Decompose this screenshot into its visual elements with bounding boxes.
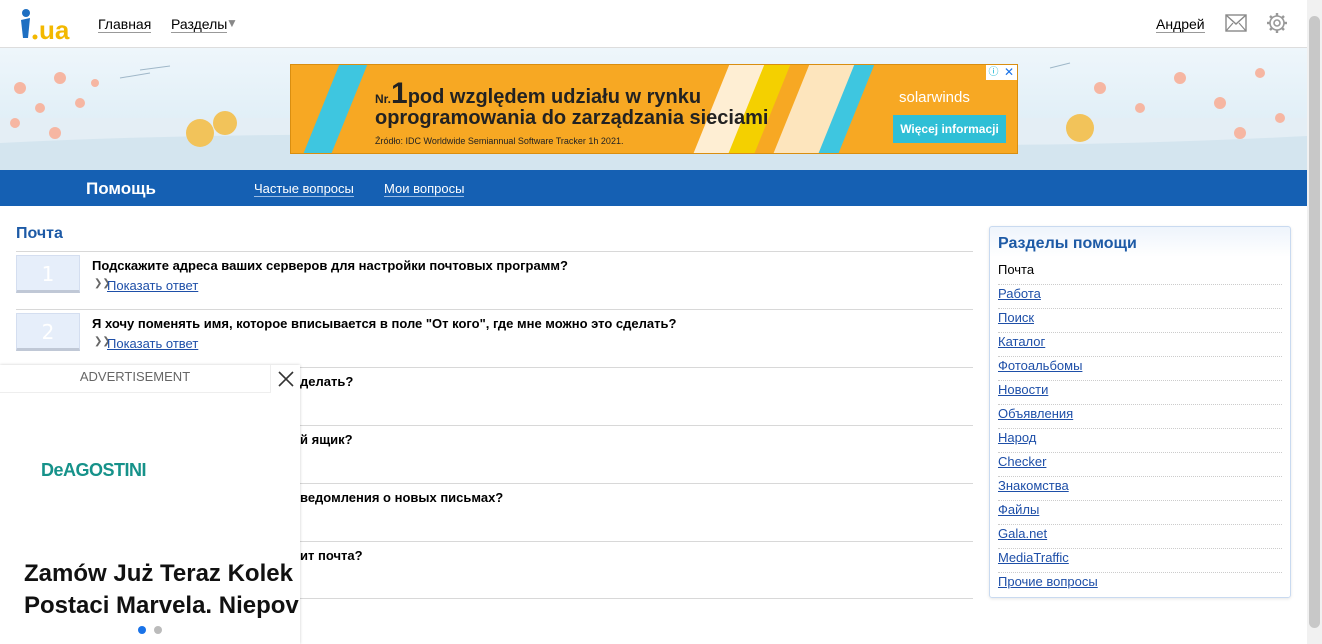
sidebar-item-link[interactable]: Каталог	[998, 334, 1045, 349]
sidebar-item-link[interactable]: Объявления	[998, 406, 1073, 421]
chevron-down-icon[interactable]: ▼	[226, 16, 238, 30]
ad-close-icon[interactable]: ✕	[1001, 65, 1017, 80]
ad-info-icon[interactable]: ⓘ	[986, 65, 1001, 80]
ad-headline-line1: Nr.1pod względem udziału w rynku	[375, 77, 701, 111]
question-number: 1	[16, 255, 80, 293]
sidebar-item-search[interactable]: Поиск	[998, 309, 1282, 333]
question-text[interactable]: ведомления о новых письмах?	[300, 490, 503, 505]
sidebar-item-other[interactable]: Прочие вопросы	[998, 573, 1282, 597]
question-text[interactable]: делать?	[300, 374, 353, 389]
sidebar-item-news[interactable]: Новости	[998, 381, 1282, 405]
top-header: ua Главная Разделы ▼ Андрей	[0, 0, 1307, 48]
logo-icon[interactable]: ua	[18, 8, 78, 42]
question-row: 2 Я хочу поменять имя, которое вписывает…	[16, 309, 973, 367]
sidebar-item-link[interactable]: Прочие вопросы	[998, 574, 1098, 589]
carousel-dot-active[interactable]	[138, 626, 146, 634]
sidebar-item-dating[interactable]: Знакомства	[998, 477, 1282, 501]
scrollbar-thumb[interactable]	[1309, 16, 1320, 628]
sidebar-item-catalog[interactable]: Каталог	[998, 333, 1282, 357]
ad-promo-text[interactable]: Zamów Już Teraz Kolek Postaci Marvela. N…	[24, 558, 299, 622]
sidebar-item-photoalbums[interactable]: Фотоальбомы	[998, 357, 1282, 381]
help-sections-sidebar: Разделы помощи Почта Работа Поиск Катало…	[989, 226, 1291, 598]
sidebar-item-link[interactable]: Файлы	[998, 502, 1039, 517]
carousel-dot[interactable]	[154, 626, 162, 634]
ad-source: Źródło: IDC Worldwide Semiannual Softwar…	[375, 136, 624, 146]
faq-link[interactable]: Частые вопросы	[254, 181, 354, 197]
ad-decor-stripe	[302, 65, 368, 153]
ad-line1-text: pod względem udziału w rynku	[407, 86, 702, 108]
user-name-link[interactable]: Андрей	[1156, 16, 1205, 33]
sidebar-item-narod[interactable]: Народ	[998, 429, 1282, 453]
ad-brand: solarwinds	[899, 89, 970, 106]
sidebar-item-link[interactable]: Знакомства	[998, 478, 1069, 493]
show-answer-link[interactable]: Показать ответ	[107, 278, 198, 293]
ad-cta-button[interactable]: Więcej informacji	[893, 115, 1006, 143]
question-text[interactable]: ит почта?	[300, 548, 363, 563]
nav-sections[interactable]: Разделы	[171, 16, 228, 33]
overlay-advertisement[interactable]: ADVERTISEMENT DeAGOSTINI Zamów Już Teraz…	[0, 365, 300, 644]
help-title[interactable]: Помощь	[86, 179, 156, 199]
sidebar-item-mail: Почта	[998, 261, 1282, 285]
sidebar-item-checker[interactable]: Checker	[998, 453, 1282, 477]
sidebar-item-label: Почта	[998, 262, 1035, 277]
sidebar-item-gala[interactable]: Gala.net	[998, 525, 1282, 549]
ad-nr-prefix: Nr.	[375, 92, 392, 106]
promo-line-1: Zamów Już Teraz Kolek	[24, 560, 293, 587]
ad-number: 1	[391, 77, 408, 110]
my-questions-link[interactable]: Мои вопросы	[384, 181, 465, 197]
sidebar-item-files[interactable]: Файлы	[998, 501, 1282, 525]
ad-brand-logo: DeAGOSTINI	[41, 460, 147, 480]
ad-headline-line2: oprogramowania do zarządzania sieciami	[375, 107, 769, 129]
sidebar-item-link[interactable]: Поиск	[998, 310, 1034, 325]
sidebar-title: Разделы помощи	[998, 235, 1137, 252]
section-title: Почта	[16, 225, 63, 242]
close-icon[interactable]	[270, 365, 300, 393]
gear-icon[interactable]	[1266, 12, 1288, 34]
sidebar-item-link[interactable]: Gala.net	[998, 526, 1047, 541]
top-advertisement[interactable]: Nr.1pod względem udziału w rynku oprogra…	[290, 64, 1018, 154]
question-text[interactable]: й ящик?	[300, 432, 353, 447]
sidebar-item-link[interactable]: Народ	[998, 430, 1036, 445]
sidebar-item-link[interactable]: Фотоальбомы	[998, 358, 1082, 373]
svg-text:ua: ua	[39, 15, 70, 42]
show-answer-link[interactable]: Показать ответ	[107, 336, 198, 351]
sidebar-item-link[interactable]: Работа	[998, 286, 1041, 301]
sidebar-item-link[interactable]: Checker	[998, 454, 1046, 469]
sidebar-item-work[interactable]: Работа	[998, 285, 1282, 309]
sidebar-item-link[interactable]: Новости	[998, 382, 1048, 397]
question-number: 2	[16, 313, 80, 351]
sidebar-item-mediatraffic[interactable]: MediaTraffic	[998, 549, 1282, 573]
nav-home[interactable]: Главная	[98, 16, 152, 33]
question-text[interactable]: Я хочу поменять имя, которое вписывается…	[92, 316, 676, 331]
question-text[interactable]: Подскажите адреса ваших серверов для нас…	[92, 258, 568, 273]
question-row: 1 Подскажите адреса ваших серверов для н…	[16, 251, 973, 309]
promo-line-2: Postaci Marvela. Niepov	[24, 592, 299, 619]
help-navbar: Помощь Частые вопросы Мои вопросы	[0, 170, 1307, 206]
sidebar-item-link[interactable]: MediaTraffic	[998, 550, 1069, 565]
mail-icon[interactable]	[1225, 14, 1247, 32]
ad-label: ADVERTISEMENT	[0, 365, 270, 393]
sidebar-item-ads[interactable]: Объявления	[998, 405, 1282, 429]
